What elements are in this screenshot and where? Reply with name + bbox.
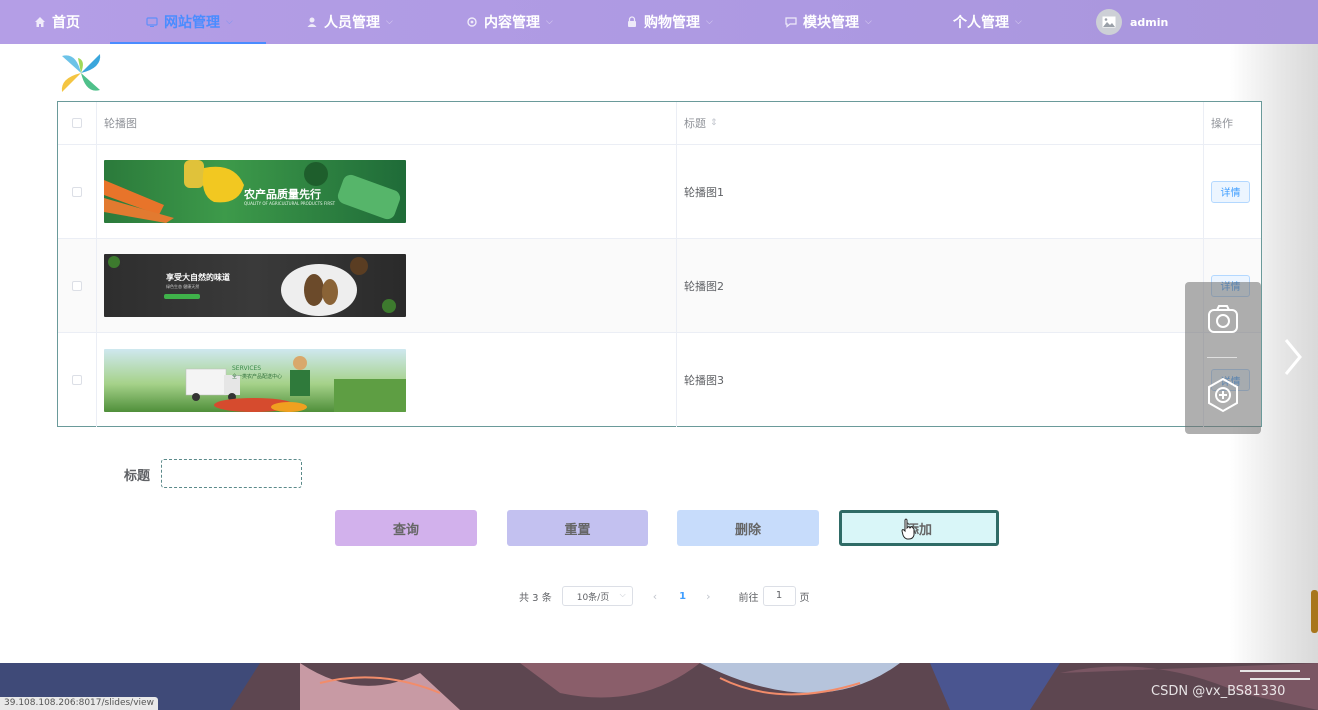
nav-item-modules[interactable]: 模块管理 ⌵ (785, 0, 872, 44)
banner-subtitle: QUALITY OF AGRICULTURAL PRODUCTS FIRST (244, 201, 336, 206)
banner-image-3: SERVICES 全一类农产品配送中心 (104, 348, 406, 412)
mushroom-illustration (108, 256, 396, 316)
table-header: 轮播图 标题 ⇕ 操作 (58, 102, 1261, 145)
nav-item-site[interactable]: 网站管理 ⌵ (110, 0, 266, 44)
chevron-down-icon: ⌵ (619, 590, 626, 599)
chevron-down-icon: ⌵ (226, 17, 233, 27)
banner-image-1: 农产品质量先行 QUALITY OF AGRICULTURAL PRODUCTS… (104, 160, 406, 223)
row-checkbox[interactable] (72, 186, 82, 197)
farm-delivery-illustration (185, 355, 406, 412)
goto-page-input[interactable]: 1 (762, 586, 796, 606)
floating-tool-panel (1185, 282, 1261, 434)
add-button[interactable]: 添加 (839, 510, 999, 546)
page-size-value: 10条/页 (576, 592, 610, 603)
row-title: 轮播图3 (684, 374, 724, 387)
table-row: SERVICES 全一类农产品配送中心 轮播图3 详情 (58, 333, 1261, 427)
decorative-background (0, 663, 1318, 710)
column-header-action: 操作 (1211, 117, 1233, 130)
chevron-down-icon: ⌵ (386, 17, 393, 27)
table-row: 农产品质量先行 QUALITY OF AGRICULTURAL PRODUCTS… (58, 145, 1261, 239)
banner-image-2: 享受大自然的味道 绿色生态 健康天然 (104, 254, 406, 317)
title-search-input[interactable] (161, 459, 302, 488)
user-menu[interactable]: admin (1096, 0, 1168, 44)
nav-label: 首页 (52, 15, 80, 31)
username: admin (1130, 15, 1169, 29)
decorative-pattern (0, 663, 1318, 710)
pagination: 共 3 条 10条/页 ⌵ ‹ 1 › 前往 1 页 (519, 585, 810, 607)
goto-prefix: 前往 (738, 592, 759, 604)
status-url: 39.108.108.206:8017/slides/view (0, 697, 158, 710)
top-nav: 首页 网站管理 ⌵ 人员管理 ⌵ 内容管理 ⌵ 购物管理 ⌵ 模块管理 ⌵ 个人… (0, 0, 1318, 44)
search-label: 标题 (124, 469, 151, 484)
select-all-checkbox[interactable] (72, 118, 82, 128)
nav-item-content[interactable]: 内容管理 ⌵ (466, 0, 553, 44)
row-title: 轮播图2 (684, 279, 724, 293)
user-icon (307, 17, 317, 27)
pinwheel-logo-icon (61, 54, 101, 92)
banner-headline: 享受大自然的味道 (166, 273, 230, 282)
nav-label: 人员管理 (324, 15, 380, 31)
nav-item-home[interactable]: 首页 (34, 0, 80, 44)
monitor-icon (146, 17, 158, 27)
row-checkbox[interactable] (72, 280, 82, 291)
nav-label: 模块管理 (803, 15, 859, 31)
chevron-down-icon: ⌵ (546, 17, 553, 27)
banner-subtitle: 全一类农产品配送中心 (232, 373, 283, 380)
query-button[interactable]: 查询 (335, 510, 477, 546)
chat-icon (785, 17, 797, 28)
nav-item-users[interactable]: 人员管理 ⌵ (306, 0, 393, 44)
gear-icon (467, 17, 477, 27)
sort-icon[interactable]: ⇕ (710, 118, 718, 128)
banner-subtitle: 绿色生态 健康天然 (166, 284, 200, 289)
table-row: 享受大自然的味道 绿色生态 健康天然 轮播图2 详情 (58, 239, 1261, 333)
page-size-select[interactable]: 10条/页 ⌵ (561, 586, 633, 606)
scrollbar-thumb[interactable] (1311, 590, 1318, 633)
prev-page-icon[interactable]: ‹ (653, 590, 657, 603)
banner-headline: SERVICES (232, 364, 262, 372)
nav-label: 网站管理 (164, 15, 220, 31)
page-number-current[interactable]: 1 (679, 591, 686, 602)
nav-item-shopping[interactable]: 购物管理 ⌵ (626, 0, 713, 44)
chevron-down-icon: ⌵ (1015, 17, 1022, 27)
hand-cursor-icon (901, 518, 915, 540)
image-icon (1102, 16, 1116, 28)
detail-button[interactable]: 详情 (1211, 180, 1250, 203)
home-icon (35, 17, 45, 27)
nav-label: 购物管理 (644, 15, 700, 31)
pager-total: 共 3 条 (519, 592, 552, 604)
divider (1207, 357, 1237, 358)
watermark: CSDN @vx_BS81330 (1151, 684, 1286, 699)
column-header-title[interactable]: 标题 (684, 115, 706, 131)
avatar (1096, 9, 1122, 35)
lock-icon (628, 16, 636, 27)
chevron-right-icon[interactable] (1278, 334, 1308, 380)
camera-icon[interactable] (1207, 304, 1239, 334)
reset-button[interactable]: 重置 (507, 510, 648, 546)
banner-headline: 农产品质量先行 (244, 188, 321, 201)
hexagon-plus-icon[interactable] (1206, 377, 1240, 413)
goto-suffix: 页 (799, 592, 810, 604)
column-header-image: 轮播图 (104, 117, 137, 130)
delete-button[interactable]: 删除 (677, 510, 819, 546)
nav-item-personal[interactable]: 个人管理 ⌵ (953, 0, 1022, 44)
chevron-down-icon: ⌵ (706, 17, 713, 27)
row-checkbox[interactable] (72, 375, 82, 385)
nav-label: 个人管理 (953, 15, 1009, 31)
nav-label: 内容管理 (484, 15, 540, 31)
chevron-down-icon: ⌵ (865, 17, 872, 27)
slides-table: 轮播图 标题 ⇕ 操作 农产品质量先行 QUALITY OF AGRICULTUR… (57, 101, 1262, 427)
next-page-icon[interactable]: › (706, 590, 710, 603)
row-title: 轮播图1 (684, 185, 724, 199)
